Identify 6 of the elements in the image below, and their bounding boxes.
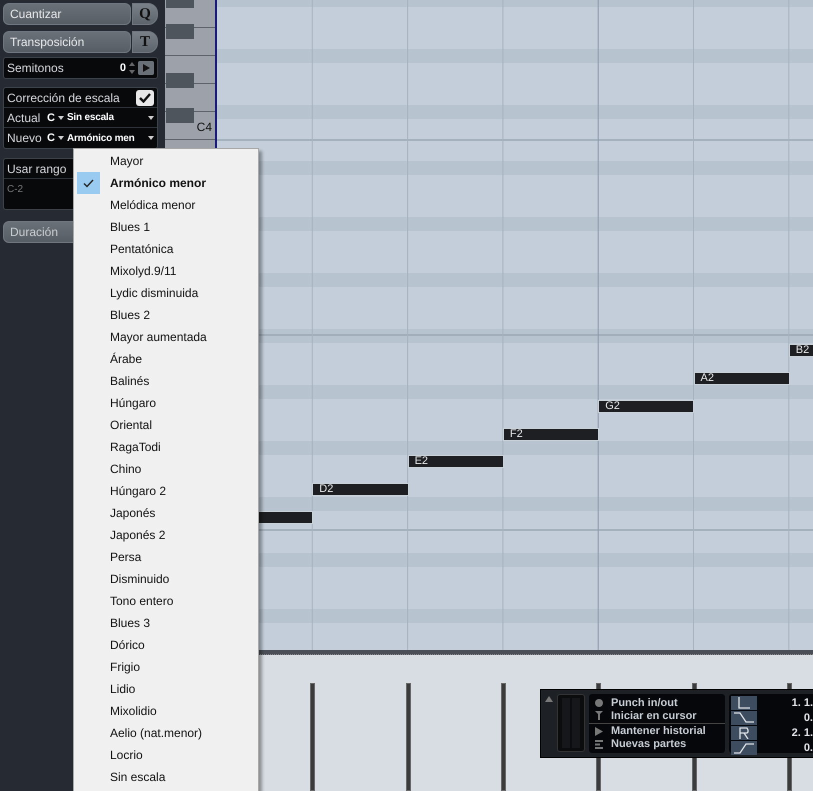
scale-row-label: Actual [7,110,42,124]
octave-label: C4 [196,120,212,134]
scale-correction-label: Corrección de escala [7,90,120,104]
use-range-label: Usar rango [7,162,66,176]
scale-row-label: Nuevo [7,131,43,145]
semitones-label: Semitonos [7,61,64,75]
